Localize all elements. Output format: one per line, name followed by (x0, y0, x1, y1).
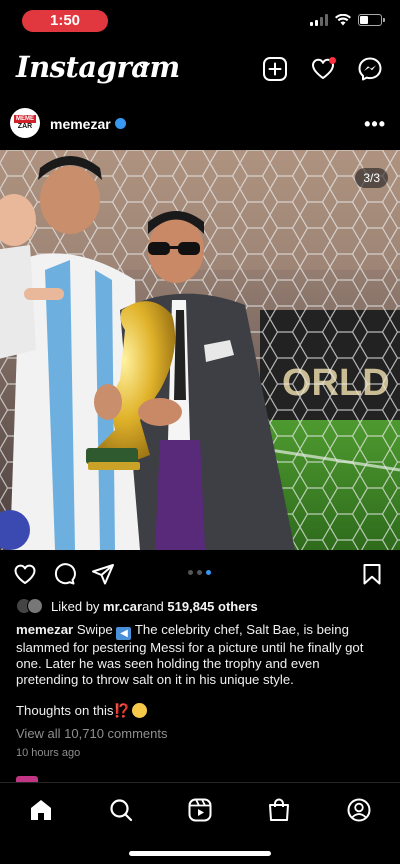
home-icon[interactable] (28, 797, 54, 823)
post-media[interactable]: ORLD C 3/3 (0, 150, 400, 550)
avatar[interactable]: MEME ZAR (10, 108, 40, 138)
bottom-nav (0, 782, 400, 864)
comment-icon[interactable] (52, 562, 76, 586)
verified-badge-icon (115, 118, 126, 129)
more-options-icon[interactable]: ••• (364, 114, 386, 135)
profile-icon[interactable] (346, 797, 372, 823)
liked-by-prefix: Liked by (51, 598, 100, 614)
status-icons (310, 14, 385, 26)
interrobang-icon: ⁉️ (113, 703, 130, 718)
heart-icon[interactable] (13, 562, 37, 586)
plus-square-icon[interactable] (262, 56, 288, 82)
carousel-counter: 3/3 (355, 168, 388, 188)
liked-by-user[interactable]: mr.car (103, 599, 142, 614)
activity-button[interactable] (310, 56, 336, 82)
post-caption: memezar Swipe ◀ The celebrity chef, Salt… (16, 622, 384, 688)
thoughts-text: Thoughts on this (16, 703, 114, 718)
carousel-dots (188, 570, 211, 575)
wifi-icon (335, 14, 351, 26)
caption-username[interactable]: memezar (16, 622, 73, 637)
bookmark-icon[interactable] (360, 562, 384, 586)
post-photo: ORLD C (0, 150, 400, 550)
post-username[interactable]: memezar (50, 116, 111, 132)
carousel-dot-active (206, 570, 211, 575)
left-arrow-icon: ◀ (116, 627, 132, 640)
chevron-down-icon[interactable] (138, 62, 150, 70)
post-header: MEME ZAR memezar ••• (0, 106, 400, 144)
caption-thoughts: Thoughts on this⁉️ (16, 703, 147, 719)
post-actions (0, 558, 400, 590)
shop-icon[interactable] (266, 797, 292, 823)
grinning-emoji-icon (131, 703, 147, 718)
status-bar: 1:50 (0, 0, 400, 44)
instagram-logo[interactable]: Instagram (16, 50, 180, 84)
view-comments-link[interactable]: View all 10,710 comments (16, 726, 168, 741)
post-timestamp: 10 hours ago (16, 747, 81, 759)
liker-avatar (27, 598, 43, 614)
signal-icon (310, 14, 328, 26)
liked-by-count[interactable]: 519,845 others (167, 599, 257, 614)
notification-dot (329, 57, 336, 64)
search-icon[interactable] (108, 797, 134, 823)
liked-by-mid: and (142, 598, 164, 614)
share-icon[interactable] (91, 562, 115, 586)
likes-row[interactable]: Liked by mr.car and 519,845 others (16, 596, 386, 616)
reels-icon[interactable] (187, 797, 213, 823)
home-indicator (129, 851, 271, 856)
status-time: 1:50 (22, 10, 108, 32)
caption-swipe: Swipe (73, 622, 117, 637)
carousel-dot (188, 570, 193, 575)
carousel-dot (197, 570, 202, 575)
battery-icon (358, 14, 385, 26)
app-header: Instagram (0, 46, 400, 92)
messenger-icon[interactable] (357, 56, 383, 82)
